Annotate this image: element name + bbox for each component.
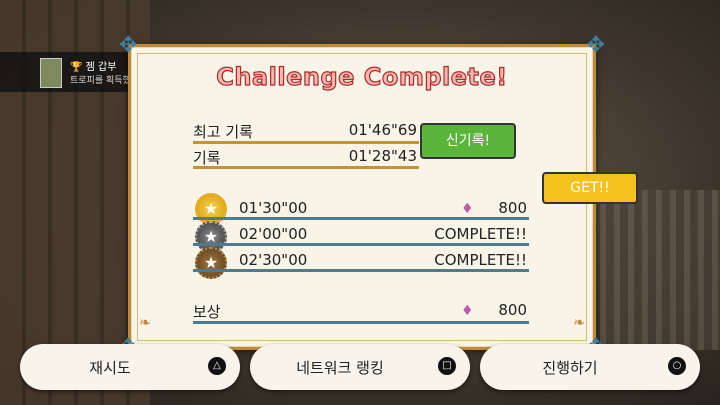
record-row: 기록 01'28"43 bbox=[193, 147, 417, 168]
best-record-row: 최고 기록 01'46"69 bbox=[193, 121, 417, 142]
divider bbox=[193, 141, 419, 144]
corner-ornament-icon: ✥ bbox=[586, 33, 605, 58]
gem-icon: ♦ bbox=[461, 201, 474, 217]
goal-status: COMPLETE!! bbox=[434, 225, 527, 243]
get-bubble: GET!! bbox=[542, 172, 638, 204]
reward-amount: ♦ 800 bbox=[461, 301, 527, 319]
network-ranking-button[interactable]: 네트워크 랭킹 □ bbox=[250, 344, 470, 390]
ranking-label: 네트워크 랭킹 bbox=[296, 359, 384, 377]
new-record-bubble: 신기록! bbox=[420, 123, 516, 159]
trophy-icon: 🏆 bbox=[70, 62, 83, 73]
goal-row-gold: 01'30"00 ♦ 800 bbox=[239, 199, 527, 217]
goal-status: COMPLETE!! bbox=[434, 251, 527, 269]
circle-icon: ○ bbox=[668, 357, 686, 375]
leaf-ornament-icon: ❧ bbox=[573, 315, 585, 331]
goal-time: 02'30"00 bbox=[239, 251, 308, 269]
background-railing bbox=[600, 190, 720, 350]
goal-row-silver: 02'00"00 COMPLETE!! bbox=[239, 225, 527, 243]
divider bbox=[193, 269, 529, 272]
divider bbox=[193, 217, 529, 220]
retry-label: 재시도 bbox=[89, 359, 131, 377]
record-time: 01'28"43 bbox=[348, 147, 417, 165]
silver-medal-icon: ★ bbox=[195, 221, 227, 253]
leaf-ornament-icon: ❧ bbox=[139, 315, 151, 331]
reward-label: 보상 bbox=[193, 303, 221, 321]
best-record-time: 01'46"69 bbox=[348, 121, 417, 139]
proceed-button[interactable]: 진행하기 ○ bbox=[480, 344, 700, 390]
goal-row-bronze: 02'30"00 COMPLETE!! bbox=[239, 251, 527, 269]
trophy-title: 🏆 젬 갑부 bbox=[70, 62, 117, 73]
record-label: 기록 bbox=[193, 149, 221, 167]
reward-row: 보상 ♦ 800 bbox=[193, 301, 527, 322]
card-title: Challenge Complete! bbox=[216, 62, 508, 91]
gem-icon: ♦ bbox=[461, 303, 474, 319]
proceed-label: 진행하기 bbox=[542, 359, 598, 377]
divider bbox=[193, 166, 419, 169]
goal-reward: ♦ 800 bbox=[461, 199, 527, 217]
goal-time: 02'00"00 bbox=[239, 225, 308, 243]
retry-button[interactable]: 재시도 △ bbox=[20, 344, 240, 390]
divider bbox=[193, 243, 529, 246]
result-card: ✥ ✥ ✥ ✥ ❧ ❧ Challenge Complete! 최고 기록 01… bbox=[119, 35, 605, 359]
trophy-thumbnail bbox=[40, 58, 62, 88]
best-record-label: 최고 기록 bbox=[193, 123, 253, 141]
goal-time: 01'30"00 bbox=[239, 199, 308, 217]
triangle-icon: △ bbox=[208, 357, 226, 375]
corner-ornament-icon: ✥ bbox=[119, 33, 138, 58]
divider bbox=[193, 321, 529, 324]
bronze-medal-icon: ★ bbox=[195, 247, 227, 279]
square-icon: □ bbox=[438, 357, 456, 375]
gold-medal-icon: ★ bbox=[195, 193, 227, 225]
